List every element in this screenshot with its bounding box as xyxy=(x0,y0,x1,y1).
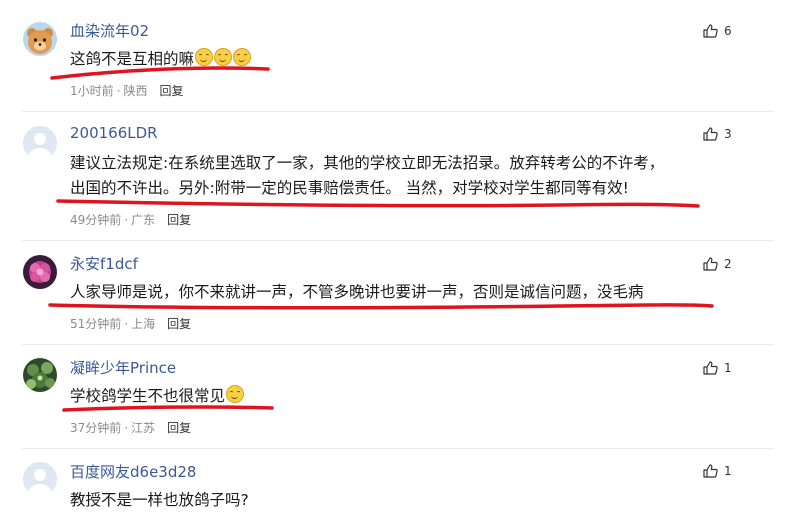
smile-emoji-icon xyxy=(214,48,233,66)
thumbs-up-icon xyxy=(703,127,718,141)
comment-username[interactable]: 百度网友d6e3d28 xyxy=(70,461,196,482)
reply-button[interactable]: 回复 xyxy=(159,84,183,98)
meta-separator: · xyxy=(116,84,121,98)
like-button[interactable]: 1 xyxy=(703,361,732,375)
user-avatar[interactable] xyxy=(23,255,57,289)
comment-meta: 51分钟前 · 上海 回复 xyxy=(70,315,191,332)
plant-avatar-icon xyxy=(23,358,57,392)
divider xyxy=(22,344,774,345)
comment-meta: 37分钟前 · 江苏 回复 xyxy=(70,419,191,436)
comment-time: 1小时前 xyxy=(70,84,114,98)
comment-text-content: 这鸽不是互相的嘛 xyxy=(70,50,195,68)
comment-time: 37分钟前 xyxy=(70,421,122,435)
comment-text-content: 学校鸽学生不也很常见 xyxy=(70,387,226,405)
thumbs-up-icon xyxy=(703,361,718,375)
user-avatar[interactable] xyxy=(23,358,57,392)
like-button[interactable]: 3 xyxy=(703,127,732,141)
default-user-avatar-icon xyxy=(23,126,57,160)
smile-emoji-icon xyxy=(226,385,245,403)
comment-time: 51分钟前 xyxy=(70,317,122,331)
like-button[interactable]: 1 xyxy=(703,464,732,478)
thumbs-up-icon xyxy=(703,464,718,478)
user-avatar[interactable] xyxy=(23,22,57,56)
comment-text: 人家导师是说，你不来就讲一声，不管多晚讲也要讲一声，否则是诚信问题，没毛病 xyxy=(70,283,644,301)
comment-username[interactable]: 200166LDR xyxy=(70,124,158,142)
like-button[interactable]: 2 xyxy=(703,257,732,271)
comment-location: 上海 xyxy=(131,317,156,331)
user-avatar[interactable] xyxy=(23,462,57,496)
comment-text-line-1: 建议立法规定:在系统里选取了一家，其他的学校立即无法招录。放弃转考公的不许考， xyxy=(70,154,665,172)
user-avatar[interactable] xyxy=(23,126,57,160)
like-count: 1 xyxy=(724,464,732,478)
bear-avatar-icon xyxy=(23,22,57,56)
comment-username[interactable]: 凝眸少年Prince xyxy=(70,357,176,378)
reply-button[interactable]: 回复 xyxy=(167,421,191,435)
comment-meta: 1小时前 · 陕西 回复 xyxy=(70,82,184,99)
reply-button[interactable]: 回复 xyxy=(167,317,191,331)
comment-username[interactable]: 永安f1dcf xyxy=(70,253,138,274)
default-user-avatar-icon xyxy=(23,462,57,496)
like-count: 6 xyxy=(724,24,732,38)
smile-emoji-icon xyxy=(233,48,252,66)
flower-avatar-icon xyxy=(23,255,57,289)
comment-time: 49分钟前 xyxy=(70,213,122,227)
comment-text: 这鸽不是互相的嘛 xyxy=(70,46,252,73)
divider xyxy=(22,111,774,112)
comment-text: 学校鸽学生不也很常见 xyxy=(70,383,245,410)
meta-separator: · xyxy=(124,421,129,435)
comment-meta: 49分钟前 · 广东 回复 xyxy=(70,211,191,228)
smile-emoji-icon xyxy=(195,48,214,66)
meta-separator: · xyxy=(124,317,129,331)
comment-text-line-2: 出国的不许出。另外:附带一定的民事赔偿责任。 当然，对学校对学生都同等有效! xyxy=(70,179,629,197)
divider xyxy=(22,448,774,449)
like-count: 1 xyxy=(724,361,732,375)
comment-location: 陕西 xyxy=(123,84,148,98)
thumbs-up-icon xyxy=(703,257,718,271)
comment-location: 广东 xyxy=(131,213,156,227)
comment-location: 江苏 xyxy=(131,421,156,435)
meta-separator: · xyxy=(124,213,129,227)
reply-button[interactable]: 回复 xyxy=(167,213,191,227)
comment-username[interactable]: 血染流年02 xyxy=(70,20,149,41)
divider xyxy=(22,240,774,241)
comment-text: 教授不是一样也放鸽子吗? xyxy=(70,491,249,509)
like-count: 2 xyxy=(724,257,732,271)
like-count: 3 xyxy=(724,127,732,141)
like-button[interactable]: 6 xyxy=(703,24,732,38)
thumbs-up-icon xyxy=(703,24,718,38)
